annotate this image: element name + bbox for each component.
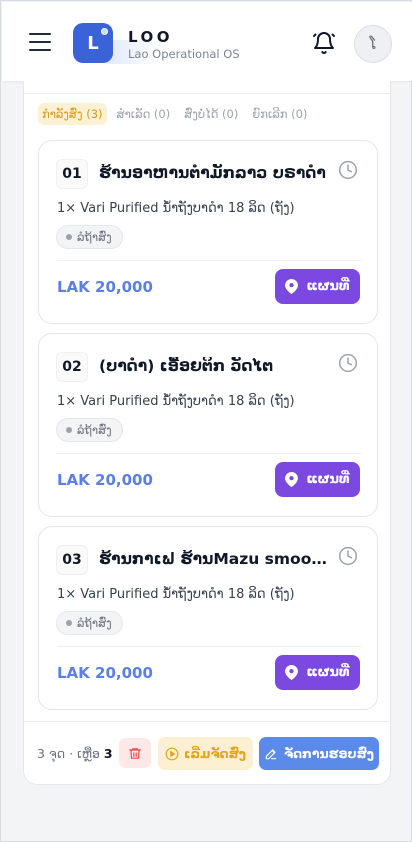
status-dot — [66, 427, 72, 433]
status-badge: ລໍຖ້າສົ່ງ — [56, 418, 123, 442]
app-subtitle: Lao Operational OS — [128, 47, 240, 61]
start-delivery-button[interactable]: ເລີ່ມຈັດສົ່ງ — [158, 737, 253, 770]
tab-delivering[interactable]: ກໍາລັງສົ່ງ (3) — [38, 103, 107, 125]
avatar[interactable]: ໂ — [354, 25, 392, 63]
map-button-label: ແຜນທີ່ — [306, 665, 350, 680]
order-item: 1× Vari Purified ນ້ໍາຖັງບາດໍາ 18 ລິດ (ຖັ… — [57, 394, 295, 409]
order-price: LAK 20,000 — [57, 664, 153, 682]
clock-icon[interactable] — [338, 353, 358, 373]
edit-icon — [265, 748, 277, 759]
manage-round-button[interactable]: ຈັດການຮອບສົ່ງ — [259, 737, 379, 770]
map-button[interactable]: ແຜນທີ່ — [275, 655, 360, 690]
order-price: LAK 20,000 — [57, 278, 153, 296]
panel-divider — [24, 93, 390, 94]
trash-icon — [129, 747, 141, 759]
order-item: 1× Vari Purified ນ້ໍາຖັງບາດໍາ 18 ລິດ (ຖັ… — [57, 201, 295, 216]
order-price: LAK 20,000 — [57, 471, 153, 489]
order-number: 03 — [56, 545, 88, 575]
stop-count-value: 3 — [103, 746, 113, 761]
card-divider — [57, 260, 361, 261]
clock-icon[interactable] — [338, 546, 358, 566]
delete-button[interactable] — [119, 738, 151, 768]
app-title: LOO — [128, 28, 174, 46]
stop-count-label: 3 ຈຸດ · ເຫຼືອ — [37, 746, 100, 761]
clock-icon[interactable] — [338, 160, 358, 180]
status-text: ລໍຖ້າສົ່ງ — [77, 616, 112, 630]
tab-cancelled[interactable]: ຍົກເລີກ (0) — [248, 103, 311, 125]
stop-count: 3 ຈຸດ · ເຫຼືອ 3 — [37, 746, 113, 761]
order-number: 02 — [56, 352, 88, 382]
status-dot — [66, 620, 72, 626]
map-pin-icon — [285, 472, 299, 487]
order-item: 1× Vari Purified ນ້ໍາຖັງບາດໍາ 18 ລິດ (ຖັ… — [57, 587, 295, 602]
map-pin-icon — [285, 279, 299, 294]
footer-divider — [24, 721, 390, 722]
avatar-letter: ໂ — [369, 35, 377, 53]
status-tabs: ກໍາລັງສົ່ງ (3) ສໍາເລັດ (0) ສົ່ງບໍ່ໄດ້ (0… — [38, 103, 311, 125]
map-button[interactable]: ແຜນທີ່ — [275, 462, 360, 497]
tab-failed[interactable]: ສົ່ງບໍ່ໄດ້ (0) — [180, 103, 242, 125]
bell-icon[interactable] — [312, 31, 336, 55]
status-badge: ລໍຖ້າສົ່ງ — [56, 611, 123, 635]
map-button-label: ແຜນທີ່ — [306, 472, 350, 487]
status-text: ລໍຖ້າສົ່ງ — [77, 230, 112, 244]
map-button-label: ແຜນທີ່ — [306, 279, 350, 294]
delivery-panel: ກໍາລັງສົ່ງ (3) ສໍາເລັດ (0) ສົ່ງບໍ່ໄດ້ (0… — [23, 81, 391, 785]
order-card[interactable]: 01 ຮ້ານອາຫານຕໍາມັກລາວ ບຣາດໍາ 1× Vari Pur… — [38, 140, 378, 324]
customer-name: ຮ້ານກາເຟ ຮ້ານMazu smoothie ... — [99, 550, 329, 568]
order-number: 01 — [56, 159, 88, 189]
order-card[interactable]: 03 ຮ້ານກາເຟ ຮ້ານMazu smoothie ... 1× Var… — [38, 526, 378, 710]
menu-icon[interactable] — [29, 33, 51, 51]
play-icon — [165, 747, 179, 760]
order-card[interactable]: 02 (ບາດໍາ) ເອື້ອຍຕິກ ວັດໄຕ 1× Vari Purif… — [38, 333, 378, 517]
map-pin-icon — [285, 665, 299, 680]
card-divider — [57, 646, 361, 647]
logo-letter: L — [87, 32, 99, 54]
status-badge: ລໍຖ້າສົ່ງ — [56, 225, 123, 249]
top-header: L LOO Lao Operational OS ໂ — [2, 2, 412, 81]
map-button[interactable]: ແຜນທີ່ — [275, 269, 360, 304]
start-delivery-label: ເລີ່ມຈັດສົ່ງ — [183, 746, 247, 761]
card-divider — [57, 453, 361, 454]
logo-status-dot — [101, 28, 108, 35]
customer-name: ຮ້ານອາຫານຕໍາມັກລາວ ບຣາດໍາ — [99, 164, 326, 182]
app-logo: L — [73, 23, 113, 63]
app-frame: L LOO Lao Operational OS ໂ ກໍາລັງສົ່ງ (3… — [0, 0, 412, 842]
status-dot — [66, 234, 72, 240]
tab-completed[interactable]: ສໍາເລັດ (0) — [113, 103, 175, 125]
customer-name: (ບາດໍາ) ເອື້ອຍຕິກ ວັດໄຕ — [99, 357, 274, 375]
status-text: ລໍຖ້າສົ່ງ — [77, 423, 112, 437]
manage-round-label: ຈັດການຮອບສົ່ງ — [283, 746, 375, 761]
